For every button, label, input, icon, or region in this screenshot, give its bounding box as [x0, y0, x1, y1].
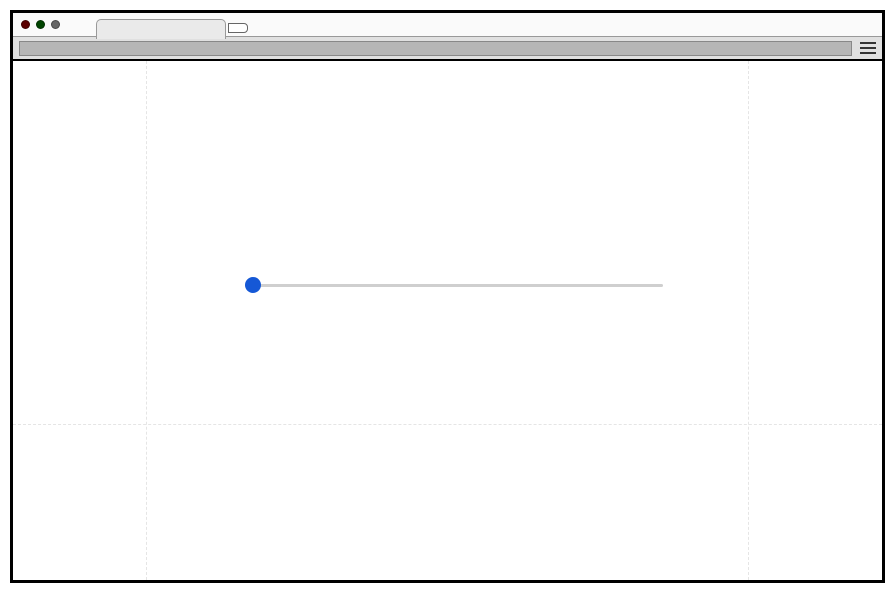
layout-guide: [146, 61, 147, 580]
address-bar[interactable]: [19, 41, 852, 56]
new-tab-button[interactable]: [228, 23, 248, 33]
page-viewport: [13, 61, 882, 580]
toolbar: [13, 37, 882, 61]
layout-guide: [748, 61, 749, 580]
layout-guide: [13, 424, 882, 425]
slider-thumb[interactable]: [245, 277, 261, 293]
browser-tab[interactable]: [96, 19, 226, 39]
browser-window: [10, 10, 885, 583]
slider-track: [245, 284, 663, 287]
menu-icon[interactable]: [860, 41, 876, 55]
window-maximize-button[interactable]: [51, 20, 60, 29]
title-bar: [13, 13, 882, 37]
window-minimize-button[interactable]: [36, 20, 45, 29]
window-close-button[interactable]: [21, 20, 30, 29]
slider[interactable]: [245, 277, 663, 293]
